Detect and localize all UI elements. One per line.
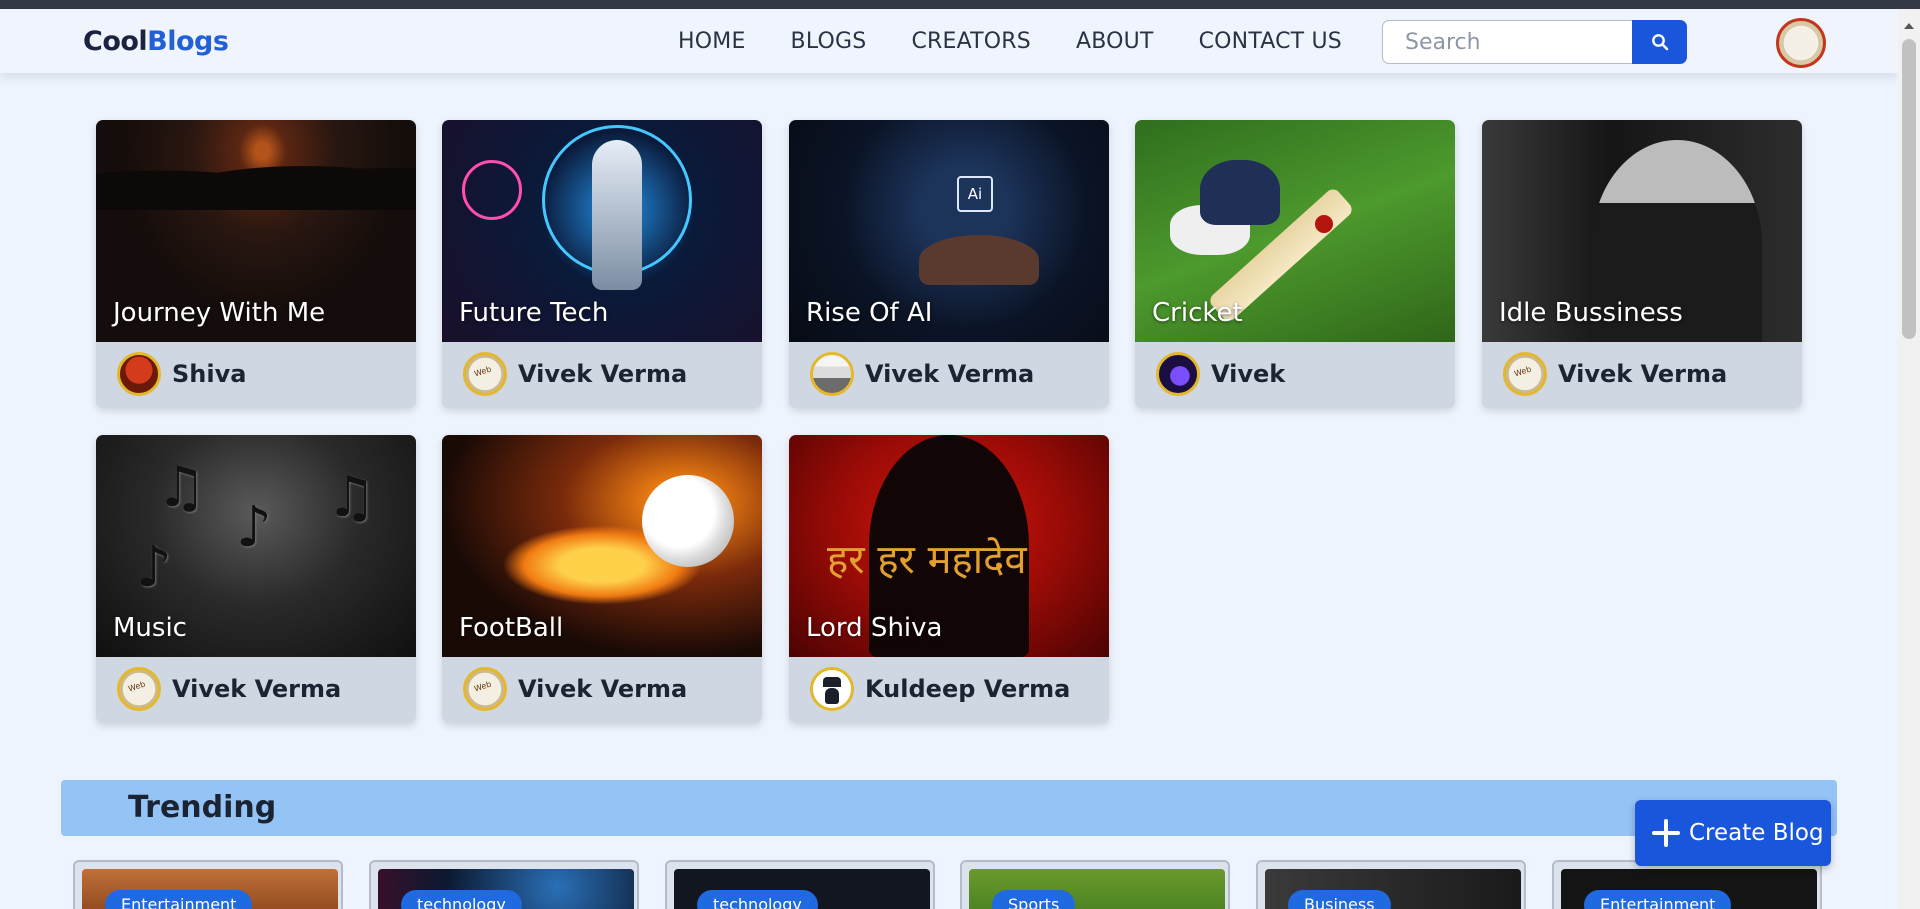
category-tag[interactable]: Entertainment xyxy=(1584,890,1732,909)
nav-link-creators[interactable]: CREATORS xyxy=(911,29,1031,54)
blog-card[interactable]: Idle Bussiness Vivek Verma xyxy=(1482,120,1802,408)
blog-card-title: Idle Bussiness xyxy=(1499,298,1683,328)
search-box xyxy=(1382,20,1687,64)
blog-card-title: Journey With Me xyxy=(113,298,326,328)
logo-part-2: Blogs xyxy=(147,26,229,57)
scrollbar-thumb[interactable] xyxy=(1902,39,1916,339)
blog-card[interactable]: Cricket Vivek xyxy=(1135,120,1455,408)
blog-card[interactable]: हर हर महादेव Lord Shiva Kuldeep Verma xyxy=(789,435,1109,723)
author-name: Vivek Verma xyxy=(518,675,688,703)
blog-card-author[interactable]: Vivek Verma xyxy=(1503,351,1727,397)
ai-chip-text: Ai xyxy=(957,176,993,212)
blog-card-author[interactable]: Vivek xyxy=(1156,351,1285,397)
create-blog-button[interactable]: Create Blog xyxy=(1635,800,1831,866)
author-avatar xyxy=(1503,352,1547,396)
trending-title: Trending xyxy=(128,790,277,825)
blog-card-title: Future Tech xyxy=(459,298,609,328)
nav-link-about[interactable]: ABOUT xyxy=(1076,29,1154,54)
blog-card-title: Cricket xyxy=(1152,298,1243,328)
blog-card[interactable]: ♫ ♪ ♫ ♪ Music Vivek Verma xyxy=(96,435,416,723)
page-scrollbar[interactable] xyxy=(1898,9,1920,909)
nav-link-contact[interactable]: CONTACT US xyxy=(1199,29,1342,54)
category-tag[interactable]: Entertainment xyxy=(105,890,253,909)
blog-card[interactable]: Journey With Me Shiva xyxy=(96,120,416,408)
scroll-up-icon[interactable] xyxy=(1904,23,1914,29)
category-tag[interactable]: technology xyxy=(697,890,818,909)
browser-top-strip xyxy=(0,0,1920,9)
author-avatar xyxy=(117,352,161,396)
blog-card-author[interactable]: Vivek Verma xyxy=(117,666,341,712)
blog-card-title: Music xyxy=(113,613,187,643)
blog-card-title: Rise Of AI xyxy=(806,298,933,328)
author-avatar xyxy=(1156,352,1200,396)
blog-card[interactable]: Future Tech Vivek Verma xyxy=(442,120,762,408)
blog-card-author[interactable]: Kuldeep Verma xyxy=(810,666,1070,712)
search-icon xyxy=(1651,34,1668,51)
site-logo[interactable]: CoolBlogs xyxy=(83,26,229,57)
category-tag[interactable]: Business xyxy=(1288,890,1391,909)
plus-icon xyxy=(1652,819,1680,847)
search-button[interactable] xyxy=(1632,20,1687,64)
blog-card[interactable]: FootBall Vivek Verma xyxy=(442,435,762,723)
blog-card-author[interactable]: Vivek Verma xyxy=(463,666,687,712)
user-avatar[interactable] xyxy=(1776,18,1826,68)
trending-card[interactable]: technology xyxy=(369,860,639,909)
blog-card-title: Lord Shiva xyxy=(806,613,943,643)
author-name: Shiva xyxy=(172,360,247,388)
search-input[interactable] xyxy=(1382,20,1638,64)
trending-card[interactable]: Entertainment xyxy=(1552,860,1822,909)
blog-card[interactable]: Ai Rise Of AI Vivek Verma xyxy=(789,120,1109,408)
nav-link-blogs[interactable]: BLOGS xyxy=(791,29,867,54)
blog-card-title: FootBall xyxy=(459,613,564,643)
author-name: Vivek Verma xyxy=(1558,360,1728,388)
author-avatar xyxy=(117,667,161,711)
author-avatar xyxy=(463,352,507,396)
author-avatar xyxy=(463,667,507,711)
trending-card[interactable]: Entertainment xyxy=(73,860,343,909)
trending-card[interactable]: technology xyxy=(665,860,935,909)
nav-link-home[interactable]: HOME xyxy=(678,29,746,54)
author-name: Vivek Verma xyxy=(865,360,1035,388)
author-name: Vivek Verma xyxy=(172,675,342,703)
nav-links: HOME BLOGS CREATORS ABOUT CONTACT US xyxy=(678,29,1387,54)
trending-card[interactable]: Business xyxy=(1256,860,1526,909)
blog-card-author[interactable]: Vivek Verma xyxy=(463,351,687,397)
author-avatar xyxy=(810,667,854,711)
author-name: Vivek xyxy=(1211,360,1286,388)
category-tag[interactable]: Sports xyxy=(992,890,1076,909)
author-name: Vivek Verma xyxy=(518,360,688,388)
blog-card-author[interactable]: Shiva xyxy=(117,351,246,397)
category-tag[interactable]: technology xyxy=(401,890,522,909)
author-name: Kuldeep Verma xyxy=(865,675,1071,703)
author-avatar xyxy=(810,352,854,396)
shiva-image-text: हर हर महादेव xyxy=(827,537,1027,583)
logo-part-1: Cool xyxy=(83,26,148,57)
trending-section-header: Trending xyxy=(61,780,1837,836)
navbar: CoolBlogs HOME BLOGS CREATORS ABOUT CONT… xyxy=(0,9,1898,73)
blog-card-author[interactable]: Vivek Verma xyxy=(810,351,1034,397)
trending-card[interactable]: Sports xyxy=(960,860,1230,909)
create-blog-label: Create Blog xyxy=(1689,820,1824,846)
